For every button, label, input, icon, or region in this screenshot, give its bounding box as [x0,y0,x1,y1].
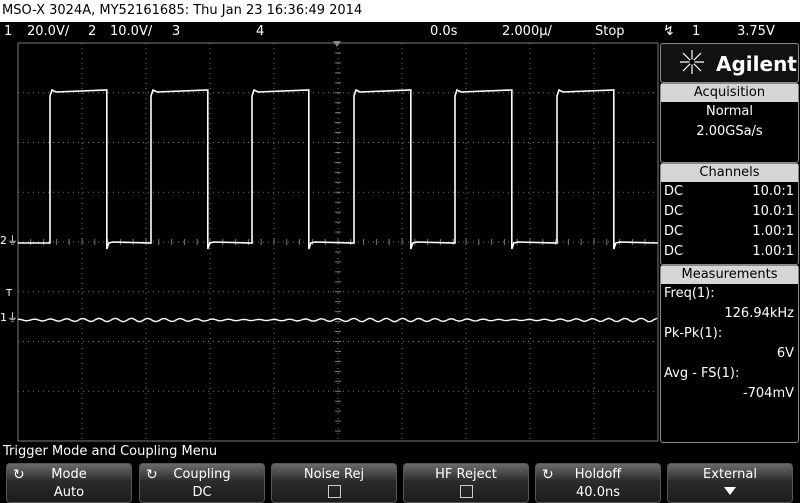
brand-name: Agilent [716,52,797,76]
pk-pk-value: 6V [776,346,794,361]
run-state[interactable]: Stop [595,22,625,41]
measurement-label: Freq(1): [661,284,798,304]
holdoff-softkey[interactable]: ↻ Holdoff 40.0ns [535,463,661,503]
hf-reject-softkey[interactable]: HF Reject [403,463,529,503]
channel-probe: 1.00:1 [752,244,794,259]
acquisition-header: Acquisition [661,84,798,102]
trigger-level[interactable]: 3.75V [737,22,775,41]
coupling-softkey[interactable]: ↻ Coupling DC [139,463,265,503]
sample-rate: 2.00GSa/s [696,124,763,139]
measurement-value: -704mV [661,384,798,404]
ch2-number[interactable]: 2 [88,22,96,41]
side-panel: Agilent Acquisition Normal 2.00GSa/s Cha… [660,41,800,443]
hf-reject-checkbox[interactable] [459,485,473,498]
softkey-label: Coupling [173,467,231,482]
arrow-down-icon [668,485,792,502]
channel-probe: 10.0:1 [752,184,794,199]
channel-coupling: DC [664,204,684,219]
softkey-bar: ↻ Mode Auto ↻ Coupling DC Noise Rej HF R… [0,461,800,503]
channel-probe: 10.0:1 [752,204,794,219]
channel-coupling: DC [664,224,684,239]
ch2-marker-label: 2 [0,234,7,247]
channels-header: Channels [661,164,798,182]
menu-title: Trigger Mode and Coupling Menu [3,444,218,459]
softkey-label: Holdoff [574,467,622,482]
trigger-edge-icon: ↯ [663,23,675,39]
channel-row: DC 10.0:1 [661,202,798,222]
avg-fs-label: Avg - FS(1): [664,366,740,381]
channel-row: DC 10.0:1 [661,182,798,202]
channels-panel[interactable]: Channels DC 10.0:1 DC 10.0:1 DC 1.00:1 DC 1.… [660,163,799,265]
channel-coupling: DC [664,244,684,259]
ch2-scale[interactable]: 10.0V/ [110,22,152,41]
pk-pk-label: Pk-Pk(1): [664,326,723,341]
ch3-number[interactable]: 3 [172,22,180,41]
acquisition-panel[interactable]: Acquisition Normal 2.00GSa/s [660,83,799,163]
agilent-logo: Agilent [660,43,799,83]
waveform-svg [17,41,659,442]
trigger-channel[interactable]: 1 [692,22,700,41]
softkey-label: Noise Rej [303,467,365,482]
waveform-display[interactable]: 2⏚ T 1⏚ [0,41,660,443]
external-softkey[interactable]: External [667,463,793,503]
channel-row: DC 1.00:1 [661,242,798,262]
measurements-panel[interactable]: Measurements Freq(1): 126.94kHz Pk-Pk(1)… [660,265,799,443]
ch1-marker-label: 1 [0,311,7,324]
softkey-value: 40.0ns [576,485,620,500]
avg-fs-value: -704mV [742,386,794,401]
ch1-scale[interactable]: 20.0V/ [27,22,69,41]
channel-coupling: DC [664,184,684,199]
measurement-value: 126.94kHz [661,304,798,324]
spark-icon [680,50,704,74]
softkey-label: Mode [51,467,87,482]
freq-value: 126.94kHz [724,306,794,321]
mode-softkey[interactable]: ↻ Mode Auto [6,463,132,503]
trigger-position-marker [333,41,341,47]
softkey-value: DC [192,485,212,500]
noise-reject-checkbox[interactable] [327,485,341,498]
measurement-label: Pk-Pk(1): [661,324,798,344]
measurements-header: Measurements [661,266,798,284]
ch2-ground-marker[interactable]: 2⏚ [0,235,18,246]
softkey-value: Auto [53,485,85,500]
channel-row: DC 1.00:1 [661,222,798,242]
title-bar: MSO-X 3024A, MY52161685: Thu Jan 23 16:3… [0,0,800,22]
freq-label: Freq(1): [664,286,715,301]
ch4-number[interactable]: 4 [256,22,264,41]
time-scale[interactable]: 2.000µ/ [502,22,552,41]
softkey-label: HF Reject [435,467,497,482]
noise-reject-softkey[interactable]: Noise Rej [271,463,397,503]
ch1-ground-marker[interactable]: 1⏚ [0,312,18,323]
trigger-level-marker[interactable]: T [6,289,12,299]
channel-probe: 1.00:1 [752,224,794,239]
ch1-number[interactable]: 1 [4,22,12,41]
softkey-label: External [703,467,757,482]
time-delay[interactable]: 0.0s [430,22,457,41]
status-bar: 1 20.0V/ 2 10.0V/ 3 4 0.0s 2.000µ/ Stop … [0,22,800,41]
acquisition-mode: Normal [705,104,754,119]
measurement-label: Avg - FS(1): [661,364,798,384]
measurement-value: 6V [661,344,798,364]
